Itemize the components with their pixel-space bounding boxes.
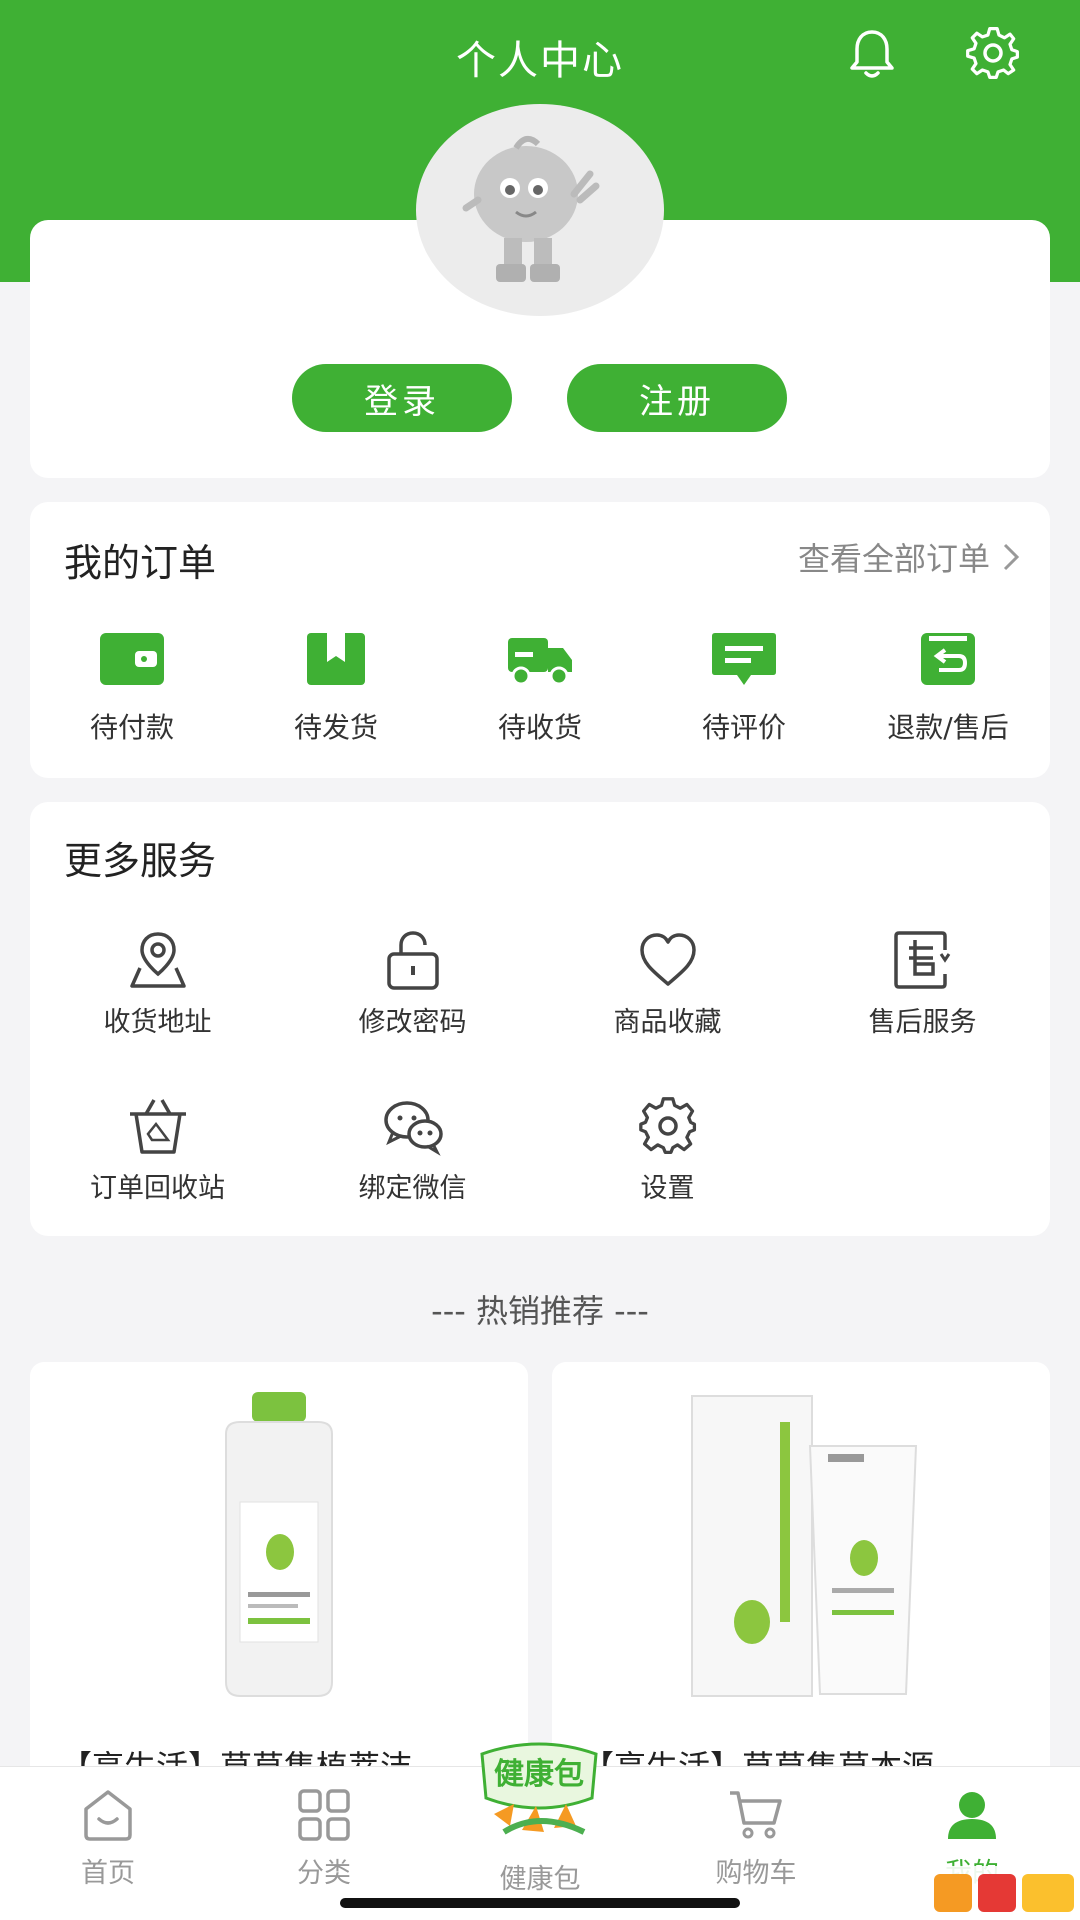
bell-icon[interactable]: [844, 26, 900, 82]
service-label: 修改密码: [358, 1007, 467, 1038]
service-label: 商品收藏: [613, 1007, 722, 1038]
service-recycle-bin[interactable]: 订单回收站: [30, 1096, 285, 1205]
settings-gear-icon[interactable]: [964, 24, 1022, 82]
health-pack-badge-text: 健康包: [494, 1757, 584, 1792]
tab-label: 健康包: [499, 1864, 581, 1895]
heart-icon: [639, 933, 696, 986]
home-icon: [84, 1790, 132, 1841]
wallet-icon: [100, 633, 164, 685]
tab-home[interactable]: 首页: [0, 1767, 216, 1920]
order-label: 待发货: [293, 711, 378, 744]
service-after-sales[interactable]: 售后服务: [795, 930, 1050, 1039]
gear-icon: [638, 1097, 696, 1155]
avatar[interactable]: [416, 104, 664, 316]
order-item-pending-review[interactable]: 待评价: [642, 632, 846, 746]
order-label: 待收货: [497, 711, 582, 744]
register-button[interactable]: 注册: [567, 364, 787, 432]
lock-icon: [386, 931, 439, 990]
tab-label: 分类: [297, 1858, 351, 1889]
service-label: 绑定微信: [358, 1173, 467, 1204]
tab-label: 首页: [81, 1858, 135, 1889]
hot-recommend-title: --- 热销推荐 ---: [431, 1292, 649, 1330]
services-card: 更多服务 收货地址 修改密码 商品收藏 售后服务 订单回收站 绑定微信 设置: [30, 802, 1050, 1236]
refund-icon: [921, 633, 975, 685]
order-item-pending-receipt[interactable]: 待收货: [438, 632, 642, 746]
service-change-password[interactable]: 修改密码: [285, 930, 540, 1039]
category-icon: [298, 1789, 350, 1841]
product-image: [225, 1392, 333, 1697]
service-label: 订单回收站: [90, 1173, 225, 1204]
truck-icon: [508, 638, 572, 686]
service-address[interactable]: 收货地址: [30, 930, 285, 1039]
package-icon: [307, 633, 365, 685]
service-label: 售后服务: [868, 1007, 977, 1038]
orders-title: 我的订单: [64, 541, 217, 585]
order-item-pending-payment[interactable]: 待付款: [30, 632, 234, 746]
product-card[interactable]: 【亮生活】草草集植萃洁: [30, 1362, 528, 1782]
product-card[interactable]: 【亮生活】草草集草本源: [552, 1362, 1050, 1782]
health-pack-icon[interactable]: 健康包: [474, 1734, 604, 1844]
comment-icon: [712, 633, 776, 685]
order-label: 待付款: [89, 711, 174, 744]
location-icon: [129, 932, 186, 988]
product-image: [691, 1395, 918, 1697]
page-title: 个人中心: [456, 38, 624, 84]
services-title: 更多服务: [64, 839, 217, 883]
service-settings[interactable]: 设置: [540, 1096, 795, 1205]
home-indicator: [340, 1898, 740, 1908]
order-item-pending-shipment[interactable]: 待发货: [234, 632, 438, 746]
login-button[interactable]: 登录: [292, 364, 512, 432]
service-label: 收货地址: [103, 1007, 212, 1038]
view-all-orders-link[interactable]: 查看全部订单: [798, 534, 1020, 580]
recycle-bin-icon: [129, 1099, 186, 1154]
tab-label: 购物车: [715, 1858, 797, 1889]
wechat-icon: [383, 1101, 443, 1156]
mascot-avatar-image: [462, 135, 600, 282]
site-logo-watermark: [928, 1866, 1080, 1920]
after-sales-icon: [893, 931, 950, 989]
service-favorites[interactable]: 商品收藏: [540, 930, 795, 1039]
chevron-right-icon: [1003, 543, 1020, 571]
view-all-orders-label: 查看全部订单: [797, 540, 990, 578]
user-icon: [948, 1792, 996, 1839]
order-label: 退款/售后: [887, 711, 1009, 744]
order-item-refund[interactable]: 退款/售后: [846, 632, 1050, 746]
service-bind-wechat[interactable]: 绑定微信: [285, 1096, 540, 1205]
cart-icon: [730, 1791, 782, 1839]
orders-card: 我的订单 查看全部订单 待付款 待发货 待收货 待评价 退款/售后: [30, 502, 1050, 778]
service-label: 设置: [640, 1173, 695, 1204]
order-label: 待评价: [701, 711, 786, 744]
